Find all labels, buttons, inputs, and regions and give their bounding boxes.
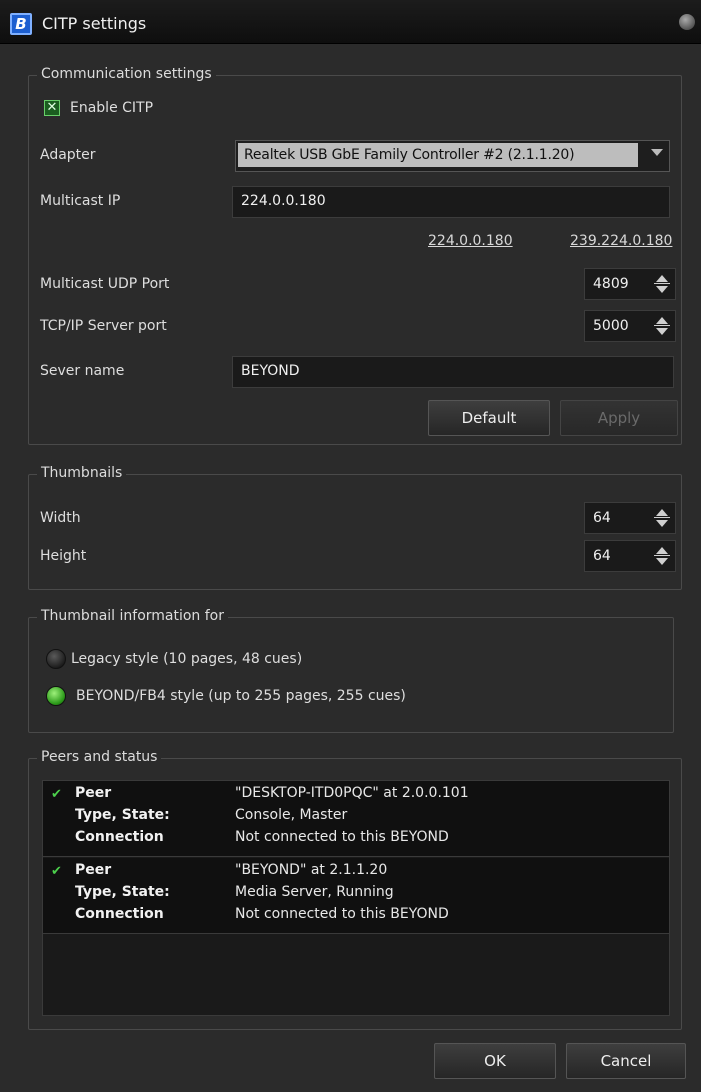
ok-button[interactable]: OK — [434, 1043, 556, 1079]
multicast-preset-link-2[interactable]: 239.224.0.180 — [570, 233, 672, 249]
spin-arrows-icon[interactable] — [653, 506, 671, 530]
peer-key: Peer — [75, 862, 112, 878]
width-label: Width — [40, 510, 81, 526]
adapter-selected-value: Realtek USB GbE Family Controller #2 (2.… — [238, 143, 638, 167]
adapter-select[interactable]: Realtek USB GbE Family Controller #2 (2.… — [235, 140, 670, 172]
udp-port-value: 4809 — [593, 276, 629, 292]
peer-value: "BEYOND" at 2.1.1.20 — [235, 862, 388, 878]
multicast-ip-input[interactable]: 224.0.0.180 — [232, 186, 670, 218]
spin-arrows-icon[interactable] — [653, 544, 671, 568]
check-icon: ✔ — [51, 787, 62, 802]
connection-key: Connection — [75, 829, 164, 845]
tcp-port-stepper[interactable]: 5000 — [584, 310, 676, 342]
server-name-input[interactable]: BEYOND — [232, 356, 674, 388]
multicast-ip-label: Multicast IP — [40, 193, 121, 209]
default-button[interactable]: Default — [428, 400, 550, 436]
width-value: 64 — [593, 510, 611, 526]
height-label: Height — [40, 548, 87, 564]
legacy-style-label[interactable]: Legacy style (10 pages, 48 cues) — [71, 651, 302, 667]
adapter-label: Adapter — [40, 147, 96, 163]
connection-key: Connection — [75, 906, 164, 922]
communication-settings-legend: Communication settings — [37, 66, 216, 82]
tcp-port-label: TCP/IP Server port — [40, 318, 167, 334]
multicast-preset-link-1[interactable]: 224.0.0.180 — [428, 233, 513, 249]
spin-arrows-icon[interactable] — [653, 314, 671, 338]
apply-button[interactable]: Apply — [560, 400, 678, 436]
beyond-style-radio[interactable] — [46, 686, 66, 706]
width-stepper[interactable]: 64 — [584, 502, 676, 534]
connection-value: Not connected to this BEYOND — [235, 906, 449, 922]
beyond-logo-icon: B — [10, 13, 32, 35]
udp-port-stepper[interactable]: 4809 — [584, 268, 676, 300]
height-value: 64 — [593, 548, 611, 564]
list-item[interactable]: ✔ Peer "BEYOND" at 2.1.1.20 Type, State:… — [43, 858, 669, 934]
window-title: CITP settings — [42, 14, 147, 33]
server-name-label: Sever name — [40, 363, 125, 379]
connection-value: Not connected to this BEYOND — [235, 829, 449, 845]
enable-citp-label: Enable CITP — [70, 100, 154, 116]
peers-status-legend: Peers and status — [37, 749, 162, 765]
type-state-value: Console, Master — [235, 807, 348, 823]
thumbnails-legend: Thumbnails — [37, 465, 127, 481]
height-stepper[interactable]: 64 — [584, 540, 676, 572]
type-state-key: Type, State: — [75, 884, 170, 900]
check-icon: ✔ — [51, 864, 62, 879]
list-item[interactable]: ✔ Peer "DESKTOP-ITD0PQC" at 2.0.0.101 Ty… — [43, 781, 669, 857]
type-state-key: Type, State: — [75, 807, 170, 823]
tcp-port-value: 5000 — [593, 318, 629, 334]
peer-value: "DESKTOP-ITD0PQC" at 2.0.0.101 — [235, 785, 469, 801]
spin-arrows-icon[interactable] — [653, 272, 671, 296]
window-orb-icon[interactable] — [679, 14, 695, 30]
peer-key: Peer — [75, 785, 112, 801]
communication-settings-group: Communication settings — [28, 66, 682, 445]
title-bar: B CITP settings — [0, 0, 701, 44]
cancel-button[interactable]: Cancel — [566, 1043, 686, 1079]
peers-list[interactable]: ✔ Peer "DESKTOP-ITD0PQC" at 2.0.0.101 Ty… — [42, 780, 670, 1016]
thumbnail-info-legend: Thumbnail information for — [37, 608, 229, 624]
udp-port-label: Multicast UDP Port — [40, 276, 170, 292]
legacy-style-radio[interactable] — [46, 649, 66, 669]
chevron-down-icon[interactable] — [651, 149, 663, 156]
enable-citp-checkbox[interactable]: ✕ — [44, 100, 60, 116]
thumbnail-info-group: Thumbnail information for — [28, 608, 674, 733]
type-state-value: Media Server, Running — [235, 884, 394, 900]
beyond-style-label[interactable]: BEYOND/FB4 style (up to 255 pages, 255 c… — [76, 688, 406, 704]
